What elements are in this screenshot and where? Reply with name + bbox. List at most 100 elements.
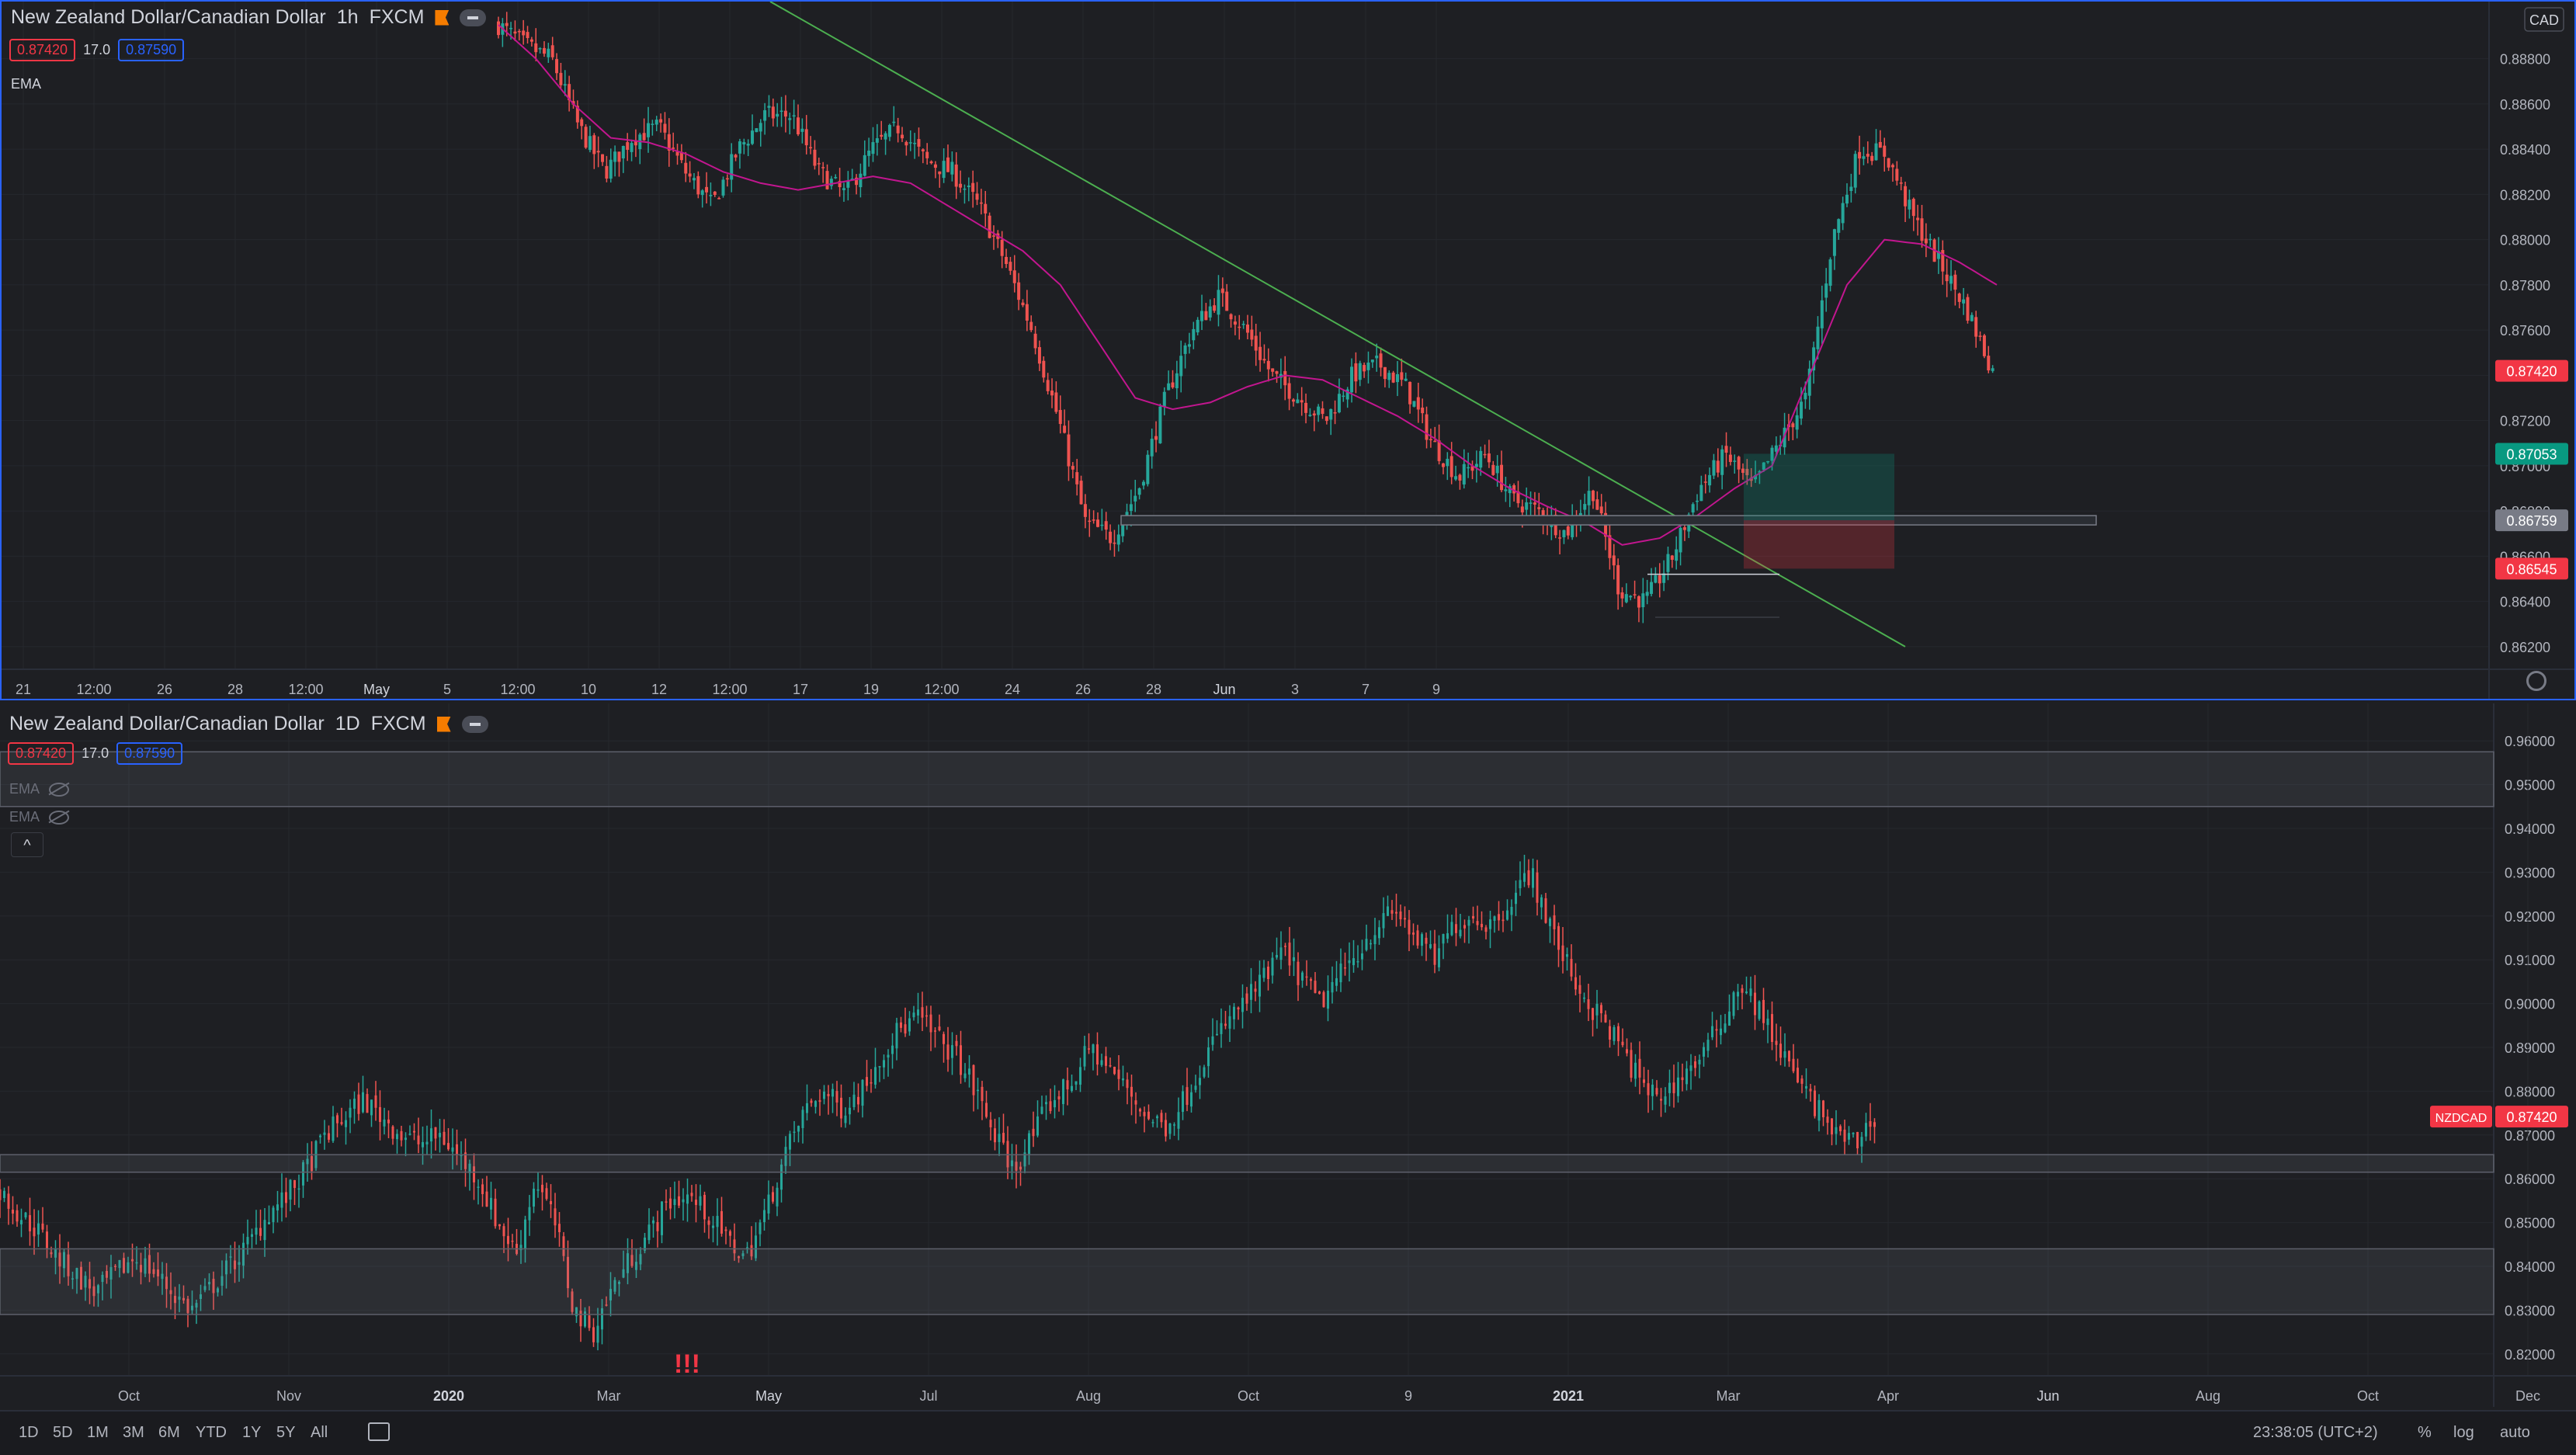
candle-body <box>1318 991 1321 994</box>
candle-body <box>763 109 767 121</box>
timeframe-1d[interactable]: 1D <box>19 1424 39 1442</box>
candle-body <box>1267 967 1269 980</box>
candle-body <box>835 1091 838 1103</box>
position-stop-zone[interactable] <box>1744 520 1894 569</box>
x-tick-label: 9 <box>1432 682 1440 697</box>
timeframe-6m[interactable]: 6M <box>158 1424 180 1442</box>
candle-body <box>994 1128 996 1143</box>
chart-1d[interactable]: 0.96000 0.95000 0.94000 0.93000 0.92000 0.910… <box>0 703 2576 1407</box>
symbol-legend[interactable]: New Zealand Dollar/Canadian Dollar 1h FX… <box>11 6 487 29</box>
interval-label[interactable]: 1h <box>337 6 359 29</box>
x-tick-label: 9 <box>1404 1388 1412 1404</box>
candle-body <box>588 1315 591 1328</box>
candle-body <box>1228 1016 1231 1029</box>
eye-hidden-icon[interactable] <box>49 811 70 825</box>
bid-price[interactable]: 0.87420 <box>9 39 76 61</box>
percent-scale-toggle[interactable]: % <box>2418 1424 2432 1442</box>
candle-body <box>813 149 817 166</box>
x-tick-label: 28 <box>227 682 243 697</box>
chart-pane-1h[interactable]: 0.88800 0.88600 0.88400 0.88200 0.88000 0.878… <box>0 0 2576 700</box>
candle-body <box>1146 454 1150 484</box>
clock[interactable]: 23:38:05 (UTC+2) <box>2253 1424 2378 1442</box>
candle-body <box>1495 465 1499 474</box>
collapse-pill-icon[interactable] <box>460 9 487 26</box>
candle-body <box>1911 199 1915 217</box>
gear-icon[interactable] <box>2526 671 2546 691</box>
candle-body <box>1088 520 1092 523</box>
price-axis-label[interactable]: 0.86545 <box>2495 557 2568 580</box>
candle-body <box>1130 1086 1133 1097</box>
candle-body <box>1595 1003 1599 1016</box>
candle-body <box>323 1132 326 1135</box>
candle-body <box>1870 155 1874 161</box>
candle-body <box>1441 463 1445 467</box>
timeframe-1m[interactable]: 1M <box>87 1424 109 1442</box>
support-zone[interactable] <box>0 1154 2494 1173</box>
candle-body <box>456 1144 458 1155</box>
candle-body <box>417 1135 420 1144</box>
auto-scale-toggle[interactable]: auto <box>2500 1424 2530 1442</box>
resistance-zone[interactable] <box>0 751 2494 807</box>
candle-body <box>1100 1060 1103 1065</box>
timeframe-5y[interactable]: 5Y <box>276 1424 295 1442</box>
log-scale-toggle[interactable]: log <box>2453 1424 2474 1442</box>
support-zone[interactable] <box>1120 515 2097 526</box>
candle-body <box>1643 1079 1645 1083</box>
chevron-up-icon[interactable]: ^ <box>11 832 43 857</box>
candle-body <box>605 165 609 179</box>
candle-body <box>793 1131 796 1134</box>
chart-1h[interactable]: 0.88800 0.88600 0.88400 0.88200 0.88000 0.878… <box>2 2 2574 699</box>
symbol-title[interactable]: New Zealand Dollar/Canadian Dollar <box>9 713 325 735</box>
candle-body <box>804 129 808 146</box>
demand-zone[interactable] <box>0 1248 2494 1315</box>
candle-body <box>809 147 813 149</box>
trendline[interactable] <box>769 2 1906 648</box>
x-tick-label: 12:00 <box>76 682 111 697</box>
ask-price[interactable]: 0.87590 <box>116 742 183 765</box>
timeframe-ytd[interactable]: YTD <box>196 1424 227 1442</box>
indicator-ema-hidden[interactable]: EMA <box>9 781 70 797</box>
candle-body <box>1561 945 1564 961</box>
candle-body <box>592 1327 595 1342</box>
price-axis-label[interactable]: 0.87053 <box>2495 443 2568 465</box>
indicator-ema[interactable]: EMA <box>11 76 41 92</box>
candle-body <box>1630 1050 1633 1078</box>
date-range-icon[interactable] <box>368 1422 390 1441</box>
timeframe-all[interactable]: All <box>311 1424 328 1442</box>
candle-body <box>1321 408 1324 415</box>
position-target-zone[interactable] <box>1744 453 1894 521</box>
flag-icon[interactable] <box>435 9 450 26</box>
candle-body <box>547 48 550 57</box>
candle-body <box>630 143 634 152</box>
candle-body <box>1529 502 1533 504</box>
price-axis-label[interactable]: 0.86759 <box>2495 509 2568 532</box>
candle-body <box>1317 406 1321 415</box>
candle-body <box>1467 467 1470 469</box>
candle-body <box>1489 919 1491 929</box>
candle-body <box>647 123 650 137</box>
interval-label[interactable]: 1D <box>335 713 360 735</box>
timeframe-3m[interactable]: 3M <box>123 1424 144 1442</box>
ask-price[interactable]: 0.87590 <box>118 39 185 61</box>
candle-body <box>1173 1124 1175 1126</box>
timeframe-1y[interactable]: 1Y <box>242 1424 261 1442</box>
candle-body <box>684 162 688 174</box>
candle-body <box>1067 434 1071 467</box>
price-axis-label[interactable]: 0.87420 <box>2495 359 2568 382</box>
symbol-title[interactable]: New Zealand Dollar/Canadian Dollar <box>11 6 326 29</box>
timeframe-5d[interactable]: 5D <box>53 1424 73 1442</box>
indicator-ema-hidden[interactable]: EMA <box>9 809 70 825</box>
eye-hidden-icon[interactable] <box>49 783 70 797</box>
symbol-legend-daily[interactable]: New Zealand Dollar/Canadian Dollar 1D FX… <box>9 713 488 735</box>
bid-price[interactable]: 0.87420 <box>8 742 75 765</box>
flag-icon[interactable] <box>436 716 451 732</box>
candle-body <box>1150 439 1154 457</box>
candle-body <box>1791 423 1795 428</box>
collapse-pill-icon[interactable] <box>461 715 488 733</box>
candle-body <box>1429 944 1432 949</box>
x-tick-label: Jul <box>919 1388 937 1404</box>
candle-body <box>1300 400 1304 403</box>
x-tick-label: 10 <box>581 682 596 697</box>
chart-pane-1d[interactable]: 0.96000 0.95000 0.94000 0.93000 0.92000 0.910… <box>0 703 2576 1407</box>
candle-body <box>1179 356 1183 377</box>
